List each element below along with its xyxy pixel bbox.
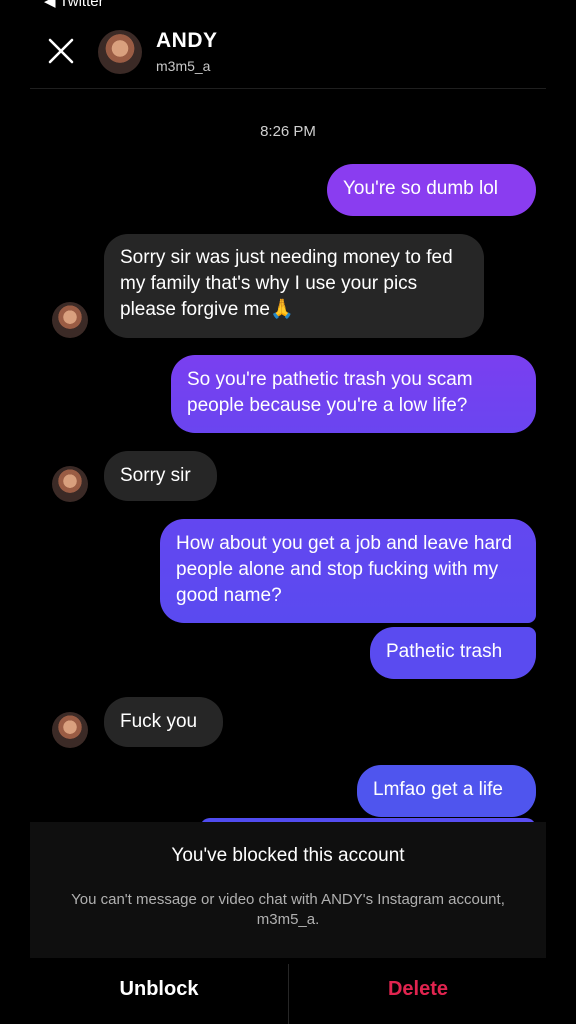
chat-header: ANDY m3m5_a: [0, 0, 576, 88]
unblock-button[interactable]: Unblock: [15, 978, 303, 1001]
close-icon: [48, 38, 74, 64]
received-message[interactable]: Fuck you: [104, 697, 223, 747]
sent-message[interactable]: So you're pathetic trash you scam people…: [171, 355, 536, 433]
received-message[interactable]: Sorry sir was just needing money to fed …: [104, 234, 484, 338]
close-button[interactable]: [42, 32, 80, 70]
sender-avatar: [52, 466, 88, 502]
blocked-account-panel: You've blocked this account You can't me…: [30, 822, 546, 958]
sent-message[interactable]: Lmfao get a life: [357, 765, 536, 817]
sender-avatar: [52, 712, 88, 748]
blocked-title: You've blocked this account: [171, 845, 405, 866]
sent-message[interactable]: Pathetic trash: [370, 627, 536, 679]
delete-button[interactable]: Delete: [274, 978, 562, 1001]
blocked-description: You can't message or video chat with AND…: [71, 891, 505, 928]
sent-message[interactable]: How about you get a job and leave hard p…: [160, 519, 536, 623]
received-message[interactable]: Sorry sir: [104, 451, 217, 501]
header-divider: [30, 88, 546, 89]
message-timestamp: 8:26 PM: [260, 123, 316, 140]
avatar[interactable]: [98, 30, 142, 74]
contact-username: m3m5_a: [156, 58, 211, 74]
sender-avatar: [52, 302, 88, 338]
contact-name[interactable]: ANDY: [156, 29, 218, 53]
sent-message[interactable]: You're so dumb lol: [327, 164, 536, 216]
